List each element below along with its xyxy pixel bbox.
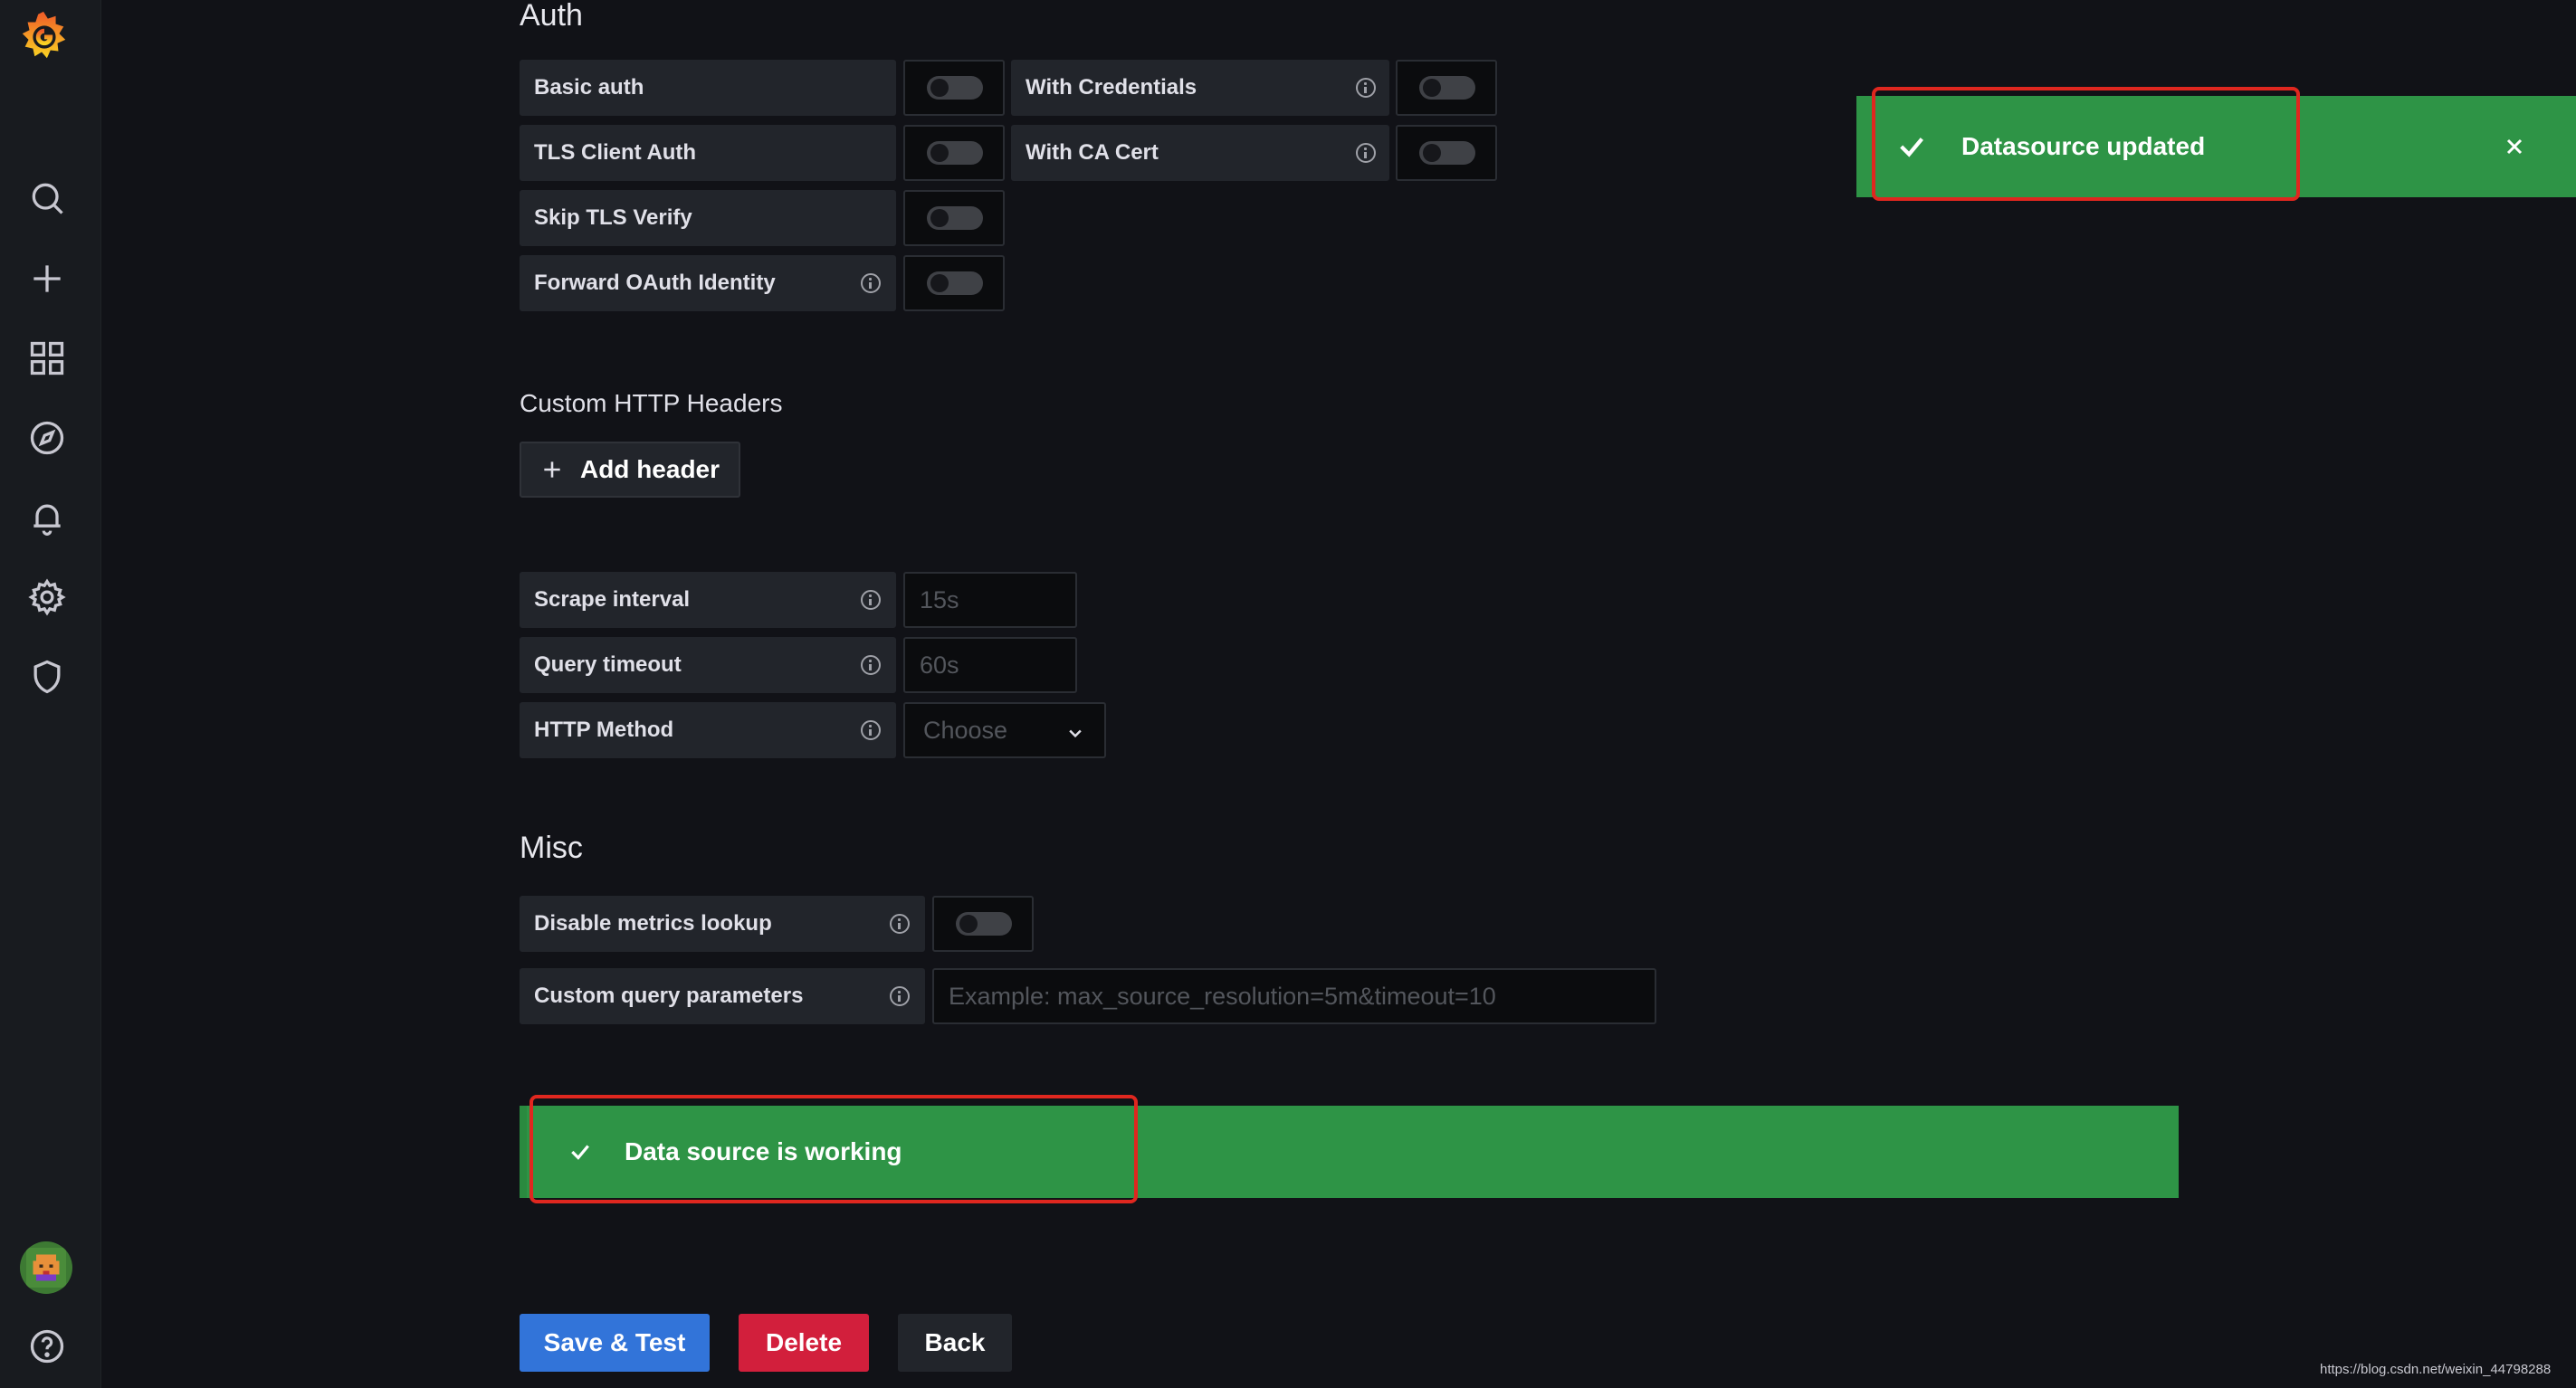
save-test-button[interactable]: Save & Test xyxy=(520,1314,710,1372)
forward-oauth-toggle[interactable] xyxy=(903,255,1005,311)
with-credentials-text: With Credentials xyxy=(1026,75,1197,100)
watermark-text: https://blog.csdn.net/weixin_44798288 xyxy=(2320,1362,2552,1377)
back-button[interactable]: Back xyxy=(898,1314,1012,1372)
skip-tls-verify-label: Skip TLS Verify xyxy=(520,190,896,246)
query-timeout-text: Query timeout xyxy=(534,652,682,677)
http-method-label: HTTP Method xyxy=(520,702,896,758)
delete-button[interactable]: Delete xyxy=(739,1314,869,1372)
tls-client-auth-toggle[interactable] xyxy=(903,125,1005,181)
query-timeout-label: Query timeout xyxy=(520,637,896,693)
http-method-select[interactable]: Choose xyxy=(903,702,1106,758)
gear-icon[interactable] xyxy=(24,574,71,621)
with-ca-cert-text: With CA Cert xyxy=(1026,140,1159,165)
chevron-down-icon xyxy=(1069,729,1082,738)
with-credentials-label: With Credentials xyxy=(1011,60,1389,116)
tls-client-auth-label: TLS Client Auth xyxy=(520,125,896,181)
scrape-interval-text: Scrape interval xyxy=(534,587,691,612)
info-icon[interactable] xyxy=(1356,143,1376,163)
sidebar xyxy=(0,0,101,1388)
search-icon[interactable] xyxy=(24,175,71,222)
dashboards-icon[interactable] xyxy=(24,335,71,382)
shield-icon[interactable] xyxy=(24,653,71,700)
query-timeout-input[interactable]: 60s xyxy=(903,637,1077,693)
basic-auth-label: Basic auth xyxy=(520,60,896,116)
plus-icon xyxy=(544,461,560,478)
annotation-highlight xyxy=(1872,87,2300,201)
annotation-highlight xyxy=(530,1095,1138,1203)
bell-icon[interactable] xyxy=(24,494,71,541)
basic-auth-toggle[interactable] xyxy=(903,60,1005,116)
disable-metrics-label: Disable metrics lookup xyxy=(520,896,925,952)
skip-tls-verify-toggle[interactable] xyxy=(903,190,1005,246)
close-icon[interactable] xyxy=(2504,136,2525,157)
custom-headers-title: Custom HTTP Headers xyxy=(520,389,783,417)
http-method-text: HTTP Method xyxy=(534,718,674,742)
info-icon[interactable] xyxy=(890,914,910,934)
grafana-logo-icon[interactable] xyxy=(14,7,72,65)
with-credentials-toggle[interactable] xyxy=(1396,60,1497,116)
explore-icon[interactable] xyxy=(24,414,71,461)
http-method-value: Choose xyxy=(923,716,1008,744)
scrape-interval-label: Scrape interval xyxy=(520,572,896,628)
info-icon[interactable] xyxy=(1356,78,1376,98)
forward-oauth-label: Forward OAuth Identity xyxy=(520,255,896,311)
disable-metrics-toggle[interactable] xyxy=(932,896,1034,952)
custom-query-label: Custom query parameters xyxy=(520,968,925,1024)
info-icon[interactable] xyxy=(861,720,881,740)
add-header-button[interactable]: Add header xyxy=(520,442,740,498)
main-content: Auth Basic auth With Credentials TLS Cli… xyxy=(100,0,2576,1388)
add-header-label: Add header xyxy=(579,455,720,483)
help-icon[interactable] xyxy=(24,1323,71,1370)
avatar[interactable] xyxy=(20,1241,72,1294)
info-icon[interactable] xyxy=(861,273,881,293)
scrape-interval-input[interactable]: 15s xyxy=(903,572,1077,628)
misc-section-title: Misc xyxy=(520,831,583,865)
plus-icon[interactable] xyxy=(24,255,71,302)
info-icon[interactable] xyxy=(861,590,881,610)
custom-query-text: Custom query parameters xyxy=(534,984,804,1008)
custom-query-input[interactable]: Example: max_source_resolution=5m&timeou… xyxy=(932,968,1656,1024)
with-ca-cert-toggle[interactable] xyxy=(1396,125,1497,181)
info-icon[interactable] xyxy=(861,655,881,675)
disable-metrics-text: Disable metrics lookup xyxy=(534,911,772,936)
info-icon[interactable] xyxy=(890,986,910,1006)
forward-oauth-text: Forward OAuth Identity xyxy=(534,271,776,295)
auth-section-title: Auth xyxy=(520,0,583,33)
with-ca-cert-label: With CA Cert xyxy=(1011,125,1389,181)
